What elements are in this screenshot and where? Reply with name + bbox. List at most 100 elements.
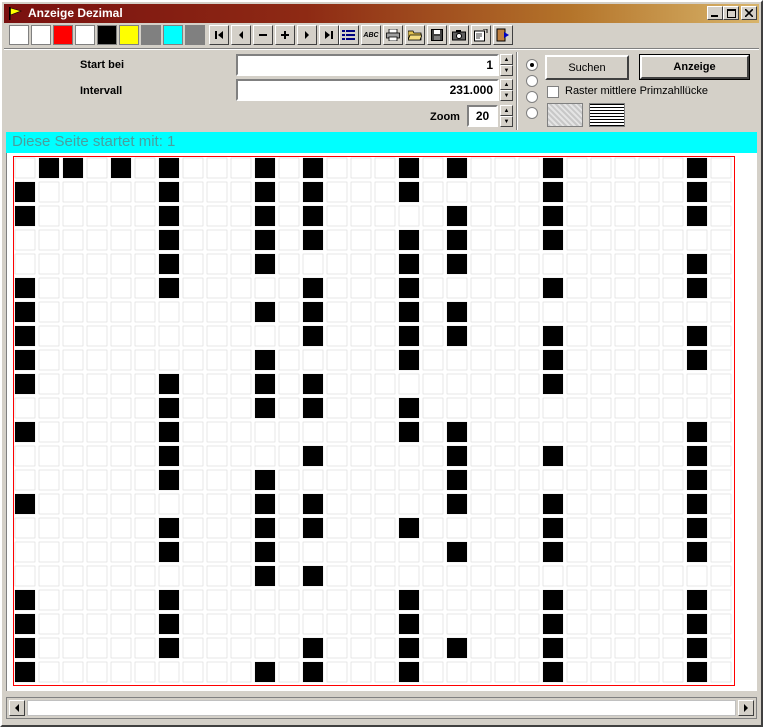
prime-cell[interactable] <box>399 350 419 370</box>
pattern-dotted-button[interactable] <box>547 103 583 127</box>
camera-button[interactable] <box>449 25 469 45</box>
prime-cell[interactable] <box>399 230 419 250</box>
prime-cell[interactable] <box>687 158 707 178</box>
minus-button[interactable] <box>253 25 273 45</box>
horizontal-scrollbar[interactable] <box>6 697 757 719</box>
prime-cell[interactable] <box>15 302 35 322</box>
prime-cell[interactable] <box>39 158 59 178</box>
radio-option-3[interactable] <box>526 91 538 103</box>
prime-cell[interactable] <box>447 158 467 178</box>
exit-button[interactable] <box>493 25 513 45</box>
prime-cell[interactable] <box>255 206 275 226</box>
spelling-button[interactable]: ABC <box>361 25 381 45</box>
prime-cell[interactable] <box>687 662 707 682</box>
prime-cell[interactable] <box>255 182 275 202</box>
prime-cell[interactable] <box>447 422 467 442</box>
prime-cell[interactable] <box>255 302 275 322</box>
prime-cell[interactable] <box>543 518 563 538</box>
prime-cell[interactable] <box>399 422 419 442</box>
prime-cell[interactable] <box>303 518 323 538</box>
prime-cell[interactable] <box>447 470 467 490</box>
prime-cell[interactable] <box>399 158 419 178</box>
arrow-up-icon[interactable]: ▲ <box>500 54 513 65</box>
first-page-button[interactable] <box>209 25 229 45</box>
minimize-button[interactable] <box>707 6 723 20</box>
prime-cell[interactable] <box>15 326 35 346</box>
prime-cell[interactable] <box>159 446 179 466</box>
prime-cell[interactable] <box>687 638 707 658</box>
prime-cell[interactable] <box>543 638 563 658</box>
prime-cell[interactable] <box>303 374 323 394</box>
prime-cell[interactable] <box>159 518 179 538</box>
prime-cell[interactable] <box>543 446 563 466</box>
prime-cell[interactable] <box>255 542 275 562</box>
prime-cell[interactable] <box>159 278 179 298</box>
prime-cell[interactable] <box>303 566 323 586</box>
prime-cell[interactable] <box>543 494 563 514</box>
prime-cell[interactable] <box>15 182 35 202</box>
prime-cell[interactable] <box>543 614 563 634</box>
prime-cell[interactable] <box>159 398 179 418</box>
color-swatch[interactable] <box>97 25 117 45</box>
prime-cell[interactable] <box>687 206 707 226</box>
scroll-right-button[interactable] <box>738 700 754 716</box>
interval-spinner[interactable]: ▲ ▼ <box>500 79 513 101</box>
color-swatch[interactable] <box>185 25 205 45</box>
last-page-button[interactable] <box>319 25 339 45</box>
prime-cell[interactable] <box>399 398 419 418</box>
prime-cell[interactable] <box>399 302 419 322</box>
prime-cell[interactable] <box>303 278 323 298</box>
prime-cell[interactable] <box>543 230 563 250</box>
prime-cell[interactable] <box>255 230 275 250</box>
prime-cell[interactable] <box>159 470 179 490</box>
pattern-lines-button[interactable] <box>589 103 625 127</box>
prime-cell[interactable] <box>303 206 323 226</box>
prime-cell[interactable] <box>399 614 419 634</box>
prime-cell[interactable] <box>447 254 467 274</box>
prime-cell[interactable] <box>303 230 323 250</box>
color-swatch[interactable] <box>119 25 139 45</box>
radio-option-4[interactable] <box>526 107 538 119</box>
prime-cell[interactable] <box>15 422 35 442</box>
prime-cell[interactable] <box>543 158 563 178</box>
prime-cell[interactable] <box>399 518 419 538</box>
zoom-field[interactable]: 20 <box>467 105 498 127</box>
prev-button[interactable] <box>231 25 251 45</box>
prime-cell[interactable] <box>687 542 707 562</box>
prime-cell[interactable] <box>687 494 707 514</box>
prime-cell[interactable] <box>687 590 707 610</box>
prime-cell[interactable] <box>447 542 467 562</box>
list-button[interactable] <box>339 25 359 45</box>
prime-cell[interactable] <box>399 182 419 202</box>
prime-cell[interactable] <box>159 638 179 658</box>
print-button[interactable] <box>383 25 403 45</box>
arrow-down-icon[interactable]: ▼ <box>500 90 513 101</box>
prime-cell[interactable] <box>303 398 323 418</box>
maximize-button[interactable] <box>723 6 739 20</box>
color-swatch[interactable] <box>53 25 73 45</box>
prime-cell[interactable] <box>255 494 275 514</box>
prime-cell[interactable] <box>447 326 467 346</box>
prime-cell[interactable] <box>63 158 83 178</box>
prime-cell[interactable] <box>399 278 419 298</box>
prime-cell[interactable] <box>687 278 707 298</box>
prime-cell[interactable] <box>15 590 35 610</box>
prime-cell[interactable] <box>15 278 35 298</box>
prime-cell[interactable] <box>543 374 563 394</box>
prime-cell[interactable] <box>159 182 179 202</box>
prime-cell[interactable] <box>303 494 323 514</box>
prime-cell[interactable] <box>543 206 563 226</box>
scroll-track[interactable] <box>27 700 736 716</box>
start-spinner[interactable]: ▲ ▼ <box>500 54 513 76</box>
prime-cell[interactable] <box>255 350 275 370</box>
prime-cell[interactable] <box>543 278 563 298</box>
prime-cell[interactable] <box>15 374 35 394</box>
prime-cell[interactable] <box>543 350 563 370</box>
prime-cell[interactable] <box>399 326 419 346</box>
raster-checkbox[interactable] <box>547 86 559 98</box>
prime-cell[interactable] <box>303 662 323 682</box>
prime-cell[interactable] <box>255 518 275 538</box>
prime-cell[interactable] <box>687 254 707 274</box>
color-swatch[interactable] <box>163 25 183 45</box>
prime-cell[interactable] <box>687 518 707 538</box>
